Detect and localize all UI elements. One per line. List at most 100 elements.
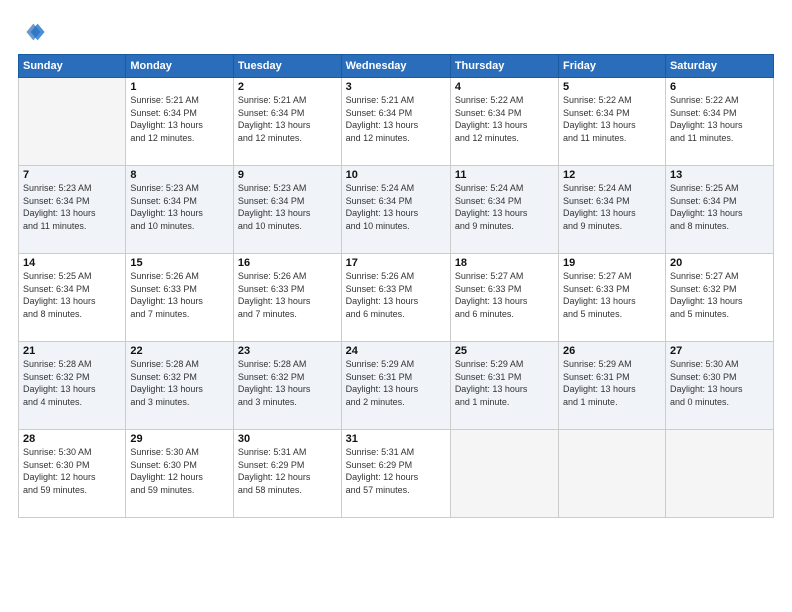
day-number: 12: [563, 169, 661, 181]
day-cell: 11Sunrise: 5:24 AMSunset: 6:34 PMDayligh…: [450, 166, 558, 254]
day-info: Sunrise: 5:30 AMSunset: 6:30 PMDaylight:…: [130, 446, 229, 496]
day-info: Sunrise: 5:23 AMSunset: 6:34 PMDaylight:…: [238, 182, 337, 232]
day-cell: 13Sunrise: 5:25 AMSunset: 6:34 PMDayligh…: [665, 166, 773, 254]
day-cell: 1Sunrise: 5:21 AMSunset: 6:34 PMDaylight…: [126, 78, 234, 166]
day-info: Sunrise: 5:25 AMSunset: 6:34 PMDaylight:…: [23, 270, 121, 320]
day-cell: 3Sunrise: 5:21 AMSunset: 6:34 PMDaylight…: [341, 78, 450, 166]
day-cell: 20Sunrise: 5:27 AMSunset: 6:32 PMDayligh…: [665, 254, 773, 342]
day-number: 10: [346, 169, 446, 181]
week-row-1: 1Sunrise: 5:21 AMSunset: 6:34 PMDaylight…: [19, 78, 774, 166]
day-cell: [665, 430, 773, 518]
day-cell: 15Sunrise: 5:26 AMSunset: 6:33 PMDayligh…: [126, 254, 234, 342]
day-info: Sunrise: 5:28 AMSunset: 6:32 PMDaylight:…: [130, 358, 229, 408]
day-number: 31: [346, 433, 446, 445]
day-cell: 28Sunrise: 5:30 AMSunset: 6:30 PMDayligh…: [19, 430, 126, 518]
day-cell: [19, 78, 126, 166]
header-cell-wednesday: Wednesday: [341, 55, 450, 78]
day-info: Sunrise: 5:28 AMSunset: 6:32 PMDaylight:…: [238, 358, 337, 408]
day-number: 8: [130, 169, 229, 181]
day-info: Sunrise: 5:31 AMSunset: 6:29 PMDaylight:…: [238, 446, 337, 496]
day-number: 17: [346, 257, 446, 269]
day-info: Sunrise: 5:22 AMSunset: 6:34 PMDaylight:…: [670, 94, 769, 144]
day-cell: 21Sunrise: 5:28 AMSunset: 6:32 PMDayligh…: [19, 342, 126, 430]
day-cell: 19Sunrise: 5:27 AMSunset: 6:33 PMDayligh…: [559, 254, 666, 342]
day-info: Sunrise: 5:29 AMSunset: 6:31 PMDaylight:…: [346, 358, 446, 408]
day-cell: [559, 430, 666, 518]
day-info: Sunrise: 5:24 AMSunset: 6:34 PMDaylight:…: [346, 182, 446, 232]
day-info: Sunrise: 5:21 AMSunset: 6:34 PMDaylight:…: [346, 94, 446, 144]
day-cell: 17Sunrise: 5:26 AMSunset: 6:33 PMDayligh…: [341, 254, 450, 342]
week-row-2: 7Sunrise: 5:23 AMSunset: 6:34 PMDaylight…: [19, 166, 774, 254]
day-info: Sunrise: 5:29 AMSunset: 6:31 PMDaylight:…: [455, 358, 554, 408]
day-number: 27: [670, 345, 769, 357]
day-number: 30: [238, 433, 337, 445]
day-number: 16: [238, 257, 337, 269]
day-info: Sunrise: 5:27 AMSunset: 6:33 PMDaylight:…: [455, 270, 554, 320]
day-cell: 29Sunrise: 5:30 AMSunset: 6:30 PMDayligh…: [126, 430, 234, 518]
day-number: 22: [130, 345, 229, 357]
day-number: 9: [238, 169, 337, 181]
header-cell-tuesday: Tuesday: [233, 55, 341, 78]
day-number: 14: [23, 257, 121, 269]
day-number: 19: [563, 257, 661, 269]
day-number: 3: [346, 81, 446, 93]
calendar-header: SundayMondayTuesdayWednesdayThursdayFrid…: [19, 55, 774, 78]
day-info: Sunrise: 5:21 AMSunset: 6:34 PMDaylight:…: [130, 94, 229, 144]
day-cell: 9Sunrise: 5:23 AMSunset: 6:34 PMDaylight…: [233, 166, 341, 254]
day-number: 4: [455, 81, 554, 93]
day-number: 1: [130, 81, 229, 93]
page: SundayMondayTuesdayWednesdayThursdayFrid…: [0, 0, 792, 612]
day-cell: 14Sunrise: 5:25 AMSunset: 6:34 PMDayligh…: [19, 254, 126, 342]
logo-icon: [18, 18, 46, 46]
day-cell: 27Sunrise: 5:30 AMSunset: 6:30 PMDayligh…: [665, 342, 773, 430]
day-info: Sunrise: 5:30 AMSunset: 6:30 PMDaylight:…: [23, 446, 121, 496]
day-number: 23: [238, 345, 337, 357]
day-info: Sunrise: 5:26 AMSunset: 6:33 PMDaylight:…: [130, 270, 229, 320]
week-row-5: 28Sunrise: 5:30 AMSunset: 6:30 PMDayligh…: [19, 430, 774, 518]
day-number: 20: [670, 257, 769, 269]
day-cell: 8Sunrise: 5:23 AMSunset: 6:34 PMDaylight…: [126, 166, 234, 254]
day-info: Sunrise: 5:23 AMSunset: 6:34 PMDaylight:…: [130, 182, 229, 232]
day-info: Sunrise: 5:26 AMSunset: 6:33 PMDaylight:…: [238, 270, 337, 320]
day-cell: 18Sunrise: 5:27 AMSunset: 6:33 PMDayligh…: [450, 254, 558, 342]
day-cell: 23Sunrise: 5:28 AMSunset: 6:32 PMDayligh…: [233, 342, 341, 430]
day-number: 11: [455, 169, 554, 181]
day-info: Sunrise: 5:22 AMSunset: 6:34 PMDaylight:…: [455, 94, 554, 144]
day-cell: 7Sunrise: 5:23 AMSunset: 6:34 PMDaylight…: [19, 166, 126, 254]
day-number: 2: [238, 81, 337, 93]
week-row-4: 21Sunrise: 5:28 AMSunset: 6:32 PMDayligh…: [19, 342, 774, 430]
day-info: Sunrise: 5:25 AMSunset: 6:34 PMDaylight:…: [670, 182, 769, 232]
header-row: SundayMondayTuesdayWednesdayThursdayFrid…: [19, 55, 774, 78]
week-row-3: 14Sunrise: 5:25 AMSunset: 6:34 PMDayligh…: [19, 254, 774, 342]
day-info: Sunrise: 5:24 AMSunset: 6:34 PMDaylight:…: [455, 182, 554, 232]
calendar-table: SundayMondayTuesdayWednesdayThursdayFrid…: [18, 54, 774, 518]
header-cell-monday: Monday: [126, 55, 234, 78]
header-cell-sunday: Sunday: [19, 55, 126, 78]
day-number: 5: [563, 81, 661, 93]
day-cell: 2Sunrise: 5:21 AMSunset: 6:34 PMDaylight…: [233, 78, 341, 166]
day-number: 25: [455, 345, 554, 357]
day-info: Sunrise: 5:28 AMSunset: 6:32 PMDaylight:…: [23, 358, 121, 408]
header-cell-saturday: Saturday: [665, 55, 773, 78]
day-cell: 5Sunrise: 5:22 AMSunset: 6:34 PMDaylight…: [559, 78, 666, 166]
day-cell: 16Sunrise: 5:26 AMSunset: 6:33 PMDayligh…: [233, 254, 341, 342]
day-info: Sunrise: 5:22 AMSunset: 6:34 PMDaylight:…: [563, 94, 661, 144]
day-cell: 24Sunrise: 5:29 AMSunset: 6:31 PMDayligh…: [341, 342, 450, 430]
day-info: Sunrise: 5:27 AMSunset: 6:32 PMDaylight:…: [670, 270, 769, 320]
day-number: 29: [130, 433, 229, 445]
day-info: Sunrise: 5:29 AMSunset: 6:31 PMDaylight:…: [563, 358, 661, 408]
day-cell: 4Sunrise: 5:22 AMSunset: 6:34 PMDaylight…: [450, 78, 558, 166]
day-info: Sunrise: 5:31 AMSunset: 6:29 PMDaylight:…: [346, 446, 446, 496]
header-cell-thursday: Thursday: [450, 55, 558, 78]
day-info: Sunrise: 5:21 AMSunset: 6:34 PMDaylight:…: [238, 94, 337, 144]
day-cell: 10Sunrise: 5:24 AMSunset: 6:34 PMDayligh…: [341, 166, 450, 254]
day-cell: 30Sunrise: 5:31 AMSunset: 6:29 PMDayligh…: [233, 430, 341, 518]
day-cell: 6Sunrise: 5:22 AMSunset: 6:34 PMDaylight…: [665, 78, 773, 166]
day-cell: 22Sunrise: 5:28 AMSunset: 6:32 PMDayligh…: [126, 342, 234, 430]
logo: [18, 18, 50, 46]
day-info: Sunrise: 5:27 AMSunset: 6:33 PMDaylight:…: [563, 270, 661, 320]
day-cell: 12Sunrise: 5:24 AMSunset: 6:34 PMDayligh…: [559, 166, 666, 254]
day-number: 18: [455, 257, 554, 269]
day-info: Sunrise: 5:23 AMSunset: 6:34 PMDaylight:…: [23, 182, 121, 232]
day-cell: 26Sunrise: 5:29 AMSunset: 6:31 PMDayligh…: [559, 342, 666, 430]
